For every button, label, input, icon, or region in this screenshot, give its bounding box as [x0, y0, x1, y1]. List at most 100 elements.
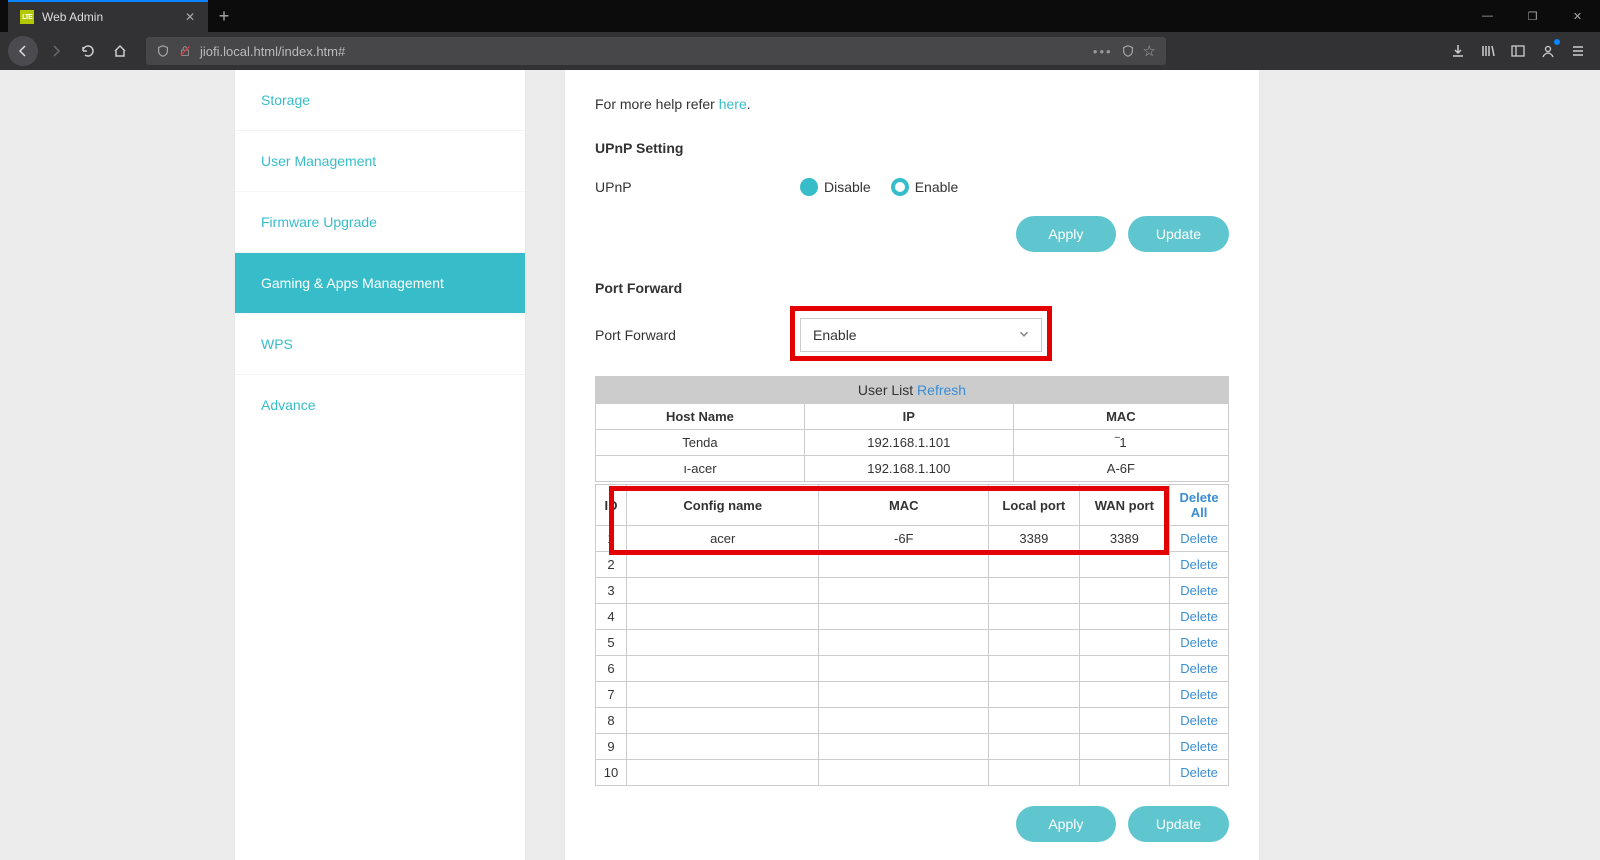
cell-wan-port: [1079, 760, 1170, 786]
table-row: 7Delete: [596, 682, 1229, 708]
cell-mac: [819, 630, 989, 656]
update-button[interactable]: Update: [1128, 806, 1229, 842]
page-viewport: Storage User Management Firmware Upgrade…: [0, 70, 1600, 860]
cell-local-port: [989, 656, 1080, 682]
sidebar-item-storage[interactable]: Storage: [235, 70, 525, 131]
sidebar-item-user-management[interactable]: User Management: [235, 131, 525, 192]
port-forward-select[interactable]: Enable: [800, 318, 1042, 352]
cell-mac: [819, 656, 989, 682]
upnp-enable-radio[interactable]: Enable: [891, 178, 959, 196]
cell-wan-port: [1079, 578, 1170, 604]
shield-outline-icon[interactable]: [1121, 44, 1135, 58]
update-button[interactable]: Update: [1128, 216, 1229, 252]
cell-id: 2: [596, 552, 627, 578]
delete-link[interactable]: Delete: [1180, 635, 1218, 650]
cell-id: 5: [596, 630, 627, 656]
insecure-icon: [178, 44, 192, 58]
delete-link[interactable]: Delete: [1180, 531, 1218, 546]
cell-ip: 192.168.1.100: [804, 456, 1013, 482]
cell-local-port: [989, 734, 1080, 760]
forward-button[interactable]: [42, 37, 70, 65]
reload-button[interactable]: [74, 37, 102, 65]
maximize-button[interactable]: ❐: [1510, 0, 1555, 32]
close-window-button[interactable]: ✕: [1555, 0, 1600, 32]
more-icon[interactable]: •••: [1093, 44, 1113, 59]
downloads-icon[interactable]: [1444, 37, 1472, 65]
table-row: 3Delete: [596, 578, 1229, 604]
th-ip: IP: [804, 404, 1013, 430]
cell-config: [627, 604, 819, 630]
cell-wan-port: [1079, 552, 1170, 578]
home-button[interactable]: [106, 37, 134, 65]
shield-icon: [156, 44, 170, 58]
cell-mac: [819, 708, 989, 734]
account-icon[interactable]: [1534, 37, 1562, 65]
delete-link[interactable]: Delete: [1180, 609, 1218, 624]
cell-local-port: [989, 552, 1080, 578]
sidebar-item-wps[interactable]: WPS: [235, 314, 525, 375]
cell-id: 1: [596, 526, 627, 552]
delete-link[interactable]: Delete: [1180, 557, 1218, 572]
help-text: For more help refer here.: [595, 90, 1229, 132]
disable-label: Disable: [824, 179, 871, 195]
delete-all-link[interactable]: Delete All: [1180, 490, 1219, 520]
table-row: 1acer -6F33893389Delete: [596, 526, 1229, 552]
upnp-radio-group: Disable Enable: [800, 178, 958, 196]
cell-mac: [819, 682, 989, 708]
help-prefix: For more help refer: [595, 96, 719, 112]
cell-local-port: [989, 760, 1080, 786]
table-row: 2 Delete: [596, 552, 1229, 578]
apply-button[interactable]: Apply: [1016, 806, 1116, 842]
delete-link[interactable]: Delete: [1180, 713, 1218, 728]
table-row: 8 Delete: [596, 708, 1229, 734]
url-text: jiofi.local.html/index.htm#: [200, 44, 345, 59]
cell-config: [627, 708, 819, 734]
new-tab-button[interactable]: +: [210, 2, 238, 30]
cell-id: 4: [596, 604, 627, 630]
back-button[interactable]: [8, 36, 38, 66]
cell-host: ı-acer: [596, 456, 805, 482]
delete-link[interactable]: Delete: [1180, 583, 1218, 598]
sidebar-item-firmware-upgrade[interactable]: Firmware Upgrade: [235, 192, 525, 253]
help-link[interactable]: here: [719, 96, 747, 112]
port-forward-table: ID Config name MAC Local port WAN port D…: [595, 484, 1229, 786]
th-config-name: Config name: [627, 485, 819, 526]
apply-button[interactable]: Apply: [1016, 216, 1116, 252]
refresh-link[interactable]: Refresh: [917, 382, 966, 398]
close-tab-icon[interactable]: ✕: [182, 9, 198, 25]
cell-config: [627, 578, 819, 604]
minimize-button[interactable]: —: [1465, 0, 1510, 32]
delete-link[interactable]: Delete: [1180, 687, 1218, 702]
delete-link[interactable]: Delete: [1180, 739, 1218, 754]
browser-tab[interactable]: LTE Web Admin ✕: [8, 0, 208, 32]
cell-wan-port: [1079, 734, 1170, 760]
cell-host: Tenda: [596, 430, 805, 456]
delete-link[interactable]: Delete: [1180, 661, 1218, 676]
cell-ip: 192.168.1.101: [804, 430, 1013, 456]
cell-local-port: [989, 630, 1080, 656]
sidebar-item-gaming-apps[interactable]: Gaming & Apps Management: [235, 253, 525, 314]
bookmark-icon[interactable]: ☆: [1143, 42, 1156, 60]
chevron-down-icon: [1017, 327, 1031, 344]
delete-link[interactable]: Delete: [1180, 765, 1218, 780]
table-row: Tenda 192.168.1.101 ‾1: [596, 430, 1229, 456]
cell-mac: [819, 760, 989, 786]
th-id: ID: [596, 485, 627, 526]
th-wan-port: WAN port: [1079, 485, 1170, 526]
cell-wan-port: [1079, 656, 1170, 682]
cell-mac: ‾1: [1013, 430, 1228, 456]
cell-id: 6: [596, 656, 627, 682]
url-bar[interactable]: jiofi.local.html/index.htm# ••• ☆: [146, 37, 1166, 65]
tab-title: Web Admin: [42, 10, 174, 24]
cell-mac: -6F: [819, 526, 989, 552]
library-icon[interactable]: [1474, 37, 1502, 65]
radio-icon: [891, 178, 909, 196]
cell-mac: A-6F: [1013, 456, 1228, 482]
sidebar-item-advance[interactable]: Advance: [235, 375, 525, 435]
table-row: 4 Delete: [596, 604, 1229, 630]
cell-id: 8: [596, 708, 627, 734]
sidebar-toggle-icon[interactable]: [1504, 37, 1532, 65]
cell-mac: [819, 578, 989, 604]
menu-button[interactable]: [1564, 37, 1592, 65]
upnp-disable-radio[interactable]: Disable: [800, 178, 871, 196]
